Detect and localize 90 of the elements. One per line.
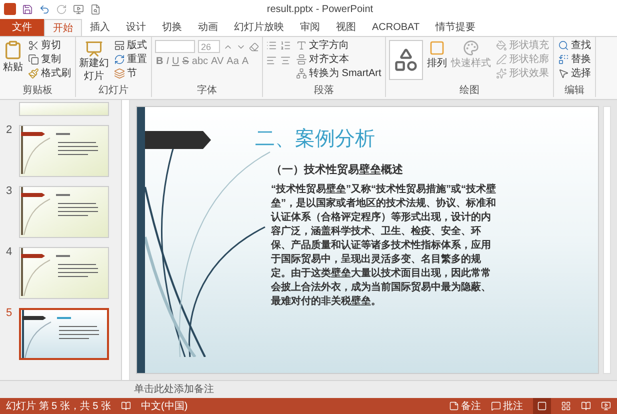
group-label: 幻灯片	[98, 85, 130, 97]
align-text-button[interactable]: 对齐文本	[295, 54, 382, 65]
pen-icon	[496, 54, 508, 65]
align-text-icon	[296, 54, 307, 65]
group-label: 字体	[196, 85, 218, 97]
text-direction-button[interactable]: 文字方向	[295, 40, 382, 51]
slide-body-text: “技术性贸易壁垒”又称“技术性贸易措施”或“技术壁垒”，是以国家或者地区的技术法规、协议、标准和认证体系（合格评定程序）等形式出现，设计的内容广泛，涵盖科学技术、卫生、检疫、安全、环保、产品质量和认证等诸多技术性指标体系，应用于国际贸易中，呈现出灵活多变、名目繁多的规定。由于这类壁垒大量以技术面目出现，因此常常会披上合法外衣，成为当前国际贸易中最为隐蔽、最难对付的非关税壁垒。	[271, 182, 497, 308]
ribbon-tab[interactable]: 设计	[118, 19, 154, 36]
reset-button[interactable]: 重置	[113, 54, 148, 65]
grid-icon	[561, 401, 571, 411]
clear-format-icon	[249, 42, 259, 52]
preview-icon	[90, 4, 101, 14]
ribbon-tab[interactable]: 视图	[328, 19, 364, 36]
notes-icon	[449, 401, 459, 411]
align-left-icon	[266, 55, 277, 66]
new-slide-button[interactable]: 新建幻灯片	[79, 40, 109, 83]
replace-button[interactable]: 替换	[557, 54, 592, 65]
comment-icon	[491, 401, 501, 411]
slide-count-text: 幻灯片 第 5 张，共 5 张	[6, 400, 112, 414]
presentation-icon	[601, 401, 611, 411]
notes-placeholder: 单击此处添加备注	[134, 382, 214, 397]
search-icon	[558, 40, 570, 51]
slide-number: 2	[6, 125, 14, 136]
replace-icon	[558, 54, 570, 65]
normal-view-button[interactable]	[533, 398, 551, 414]
notes-field[interactable]: 单击此处添加备注	[0, 380, 617, 398]
shapes-icon	[393, 47, 420, 73]
layout-button[interactable]: 版式	[113, 40, 148, 51]
slide-title: 二、案例分析	[255, 127, 376, 152]
ribbon-tab[interactable]: 幻灯片放映	[226, 19, 292, 36]
numbering-icon	[280, 40, 291, 51]
arrange-button[interactable]: 排列	[427, 40, 448, 71]
slide-subtitle: （一）技术性贸易壁垒概述	[271, 162, 404, 178]
paste-button[interactable]: 粘贴	[3, 40, 23, 79]
ribbon-tab[interactable]: 开始	[44, 19, 82, 36]
arrange-icon	[429, 40, 446, 56]
group-label: 剪贴板	[22, 85, 54, 97]
format-painter-button[interactable]: 格式刷	[27, 68, 72, 79]
reset-icon	[114, 54, 125, 65]
undo-icon	[39, 4, 50, 14]
section-button[interactable]: 节	[113, 68, 148, 79]
paintbrush-icon	[28, 68, 39, 79]
ribbon-tab[interactable]: 插入	[82, 19, 118, 36]
ribbon-tab[interactable]: 切换	[154, 19, 190, 36]
slideshow-icon	[73, 4, 84, 14]
palette-icon	[463, 40, 480, 56]
ribbon-tab[interactable]: 情节提要	[428, 19, 484, 36]
window-title: result.pptx - PowerPoint	[266, 2, 374, 16]
slideshow-button[interactable]	[601, 401, 611, 411]
smartart-icon	[296, 68, 307, 79]
pointer-icon	[558, 68, 570, 79]
ribbon-tab[interactable]: 审阅	[292, 19, 328, 36]
section-icon	[114, 68, 125, 79]
group-label: 编辑	[564, 85, 586, 97]
save-icon	[22, 4, 33, 14]
select-button[interactable]: 选择	[557, 68, 592, 79]
font-name-field[interactable]	[155, 40, 195, 53]
cut-button[interactable]: 剪切	[27, 40, 72, 51]
slide-number: 3	[6, 186, 14, 197]
slide-number: 5	[6, 308, 14, 319]
scrollbar[interactable]	[122, 100, 130, 380]
slide-icon	[85, 40, 103, 58]
book-icon	[581, 401, 591, 411]
ribbon-tab[interactable]: 文件	[0, 19, 44, 36]
language-text: 中文(中国)	[141, 400, 188, 414]
smartart-button[interactable]: 转换为 SmartArt	[295, 68, 382, 79]
find-button[interactable]: 查找	[557, 40, 592, 51]
scissors-icon	[28, 40, 39, 51]
group-label: 段落	[313, 85, 336, 97]
notes-button[interactable]: 备注	[449, 398, 481, 414]
ribbon-tab[interactable]: 动画	[190, 19, 226, 36]
normal-view-icon	[537, 401, 547, 411]
fill-icon	[496, 40, 508, 51]
vertical-scrollbar[interactable]	[603, 106, 611, 374]
copy-icon	[28, 54, 39, 65]
clipboard-icon	[3, 40, 23, 60]
layout-icon	[114, 40, 125, 51]
title-arrow-banner	[145, 131, 211, 149]
ribbon-tab[interactable]: ACROBAT	[364, 19, 428, 36]
copy-button[interactable]: 复制	[27, 54, 72, 65]
slide-sorter-button[interactable]	[561, 401, 571, 411]
redo-icon	[56, 4, 67, 14]
group-label: 绘图	[458, 85, 481, 97]
slide-number: 4	[6, 247, 14, 258]
reading-view-button[interactable]	[581, 401, 591, 411]
effects-icon	[496, 68, 508, 79]
shapes-gallery[interactable]	[389, 40, 424, 80]
text-direction-icon	[296, 40, 307, 51]
align-center-icon	[280, 55, 291, 66]
comments-button[interactable]: 批注	[491, 398, 523, 414]
